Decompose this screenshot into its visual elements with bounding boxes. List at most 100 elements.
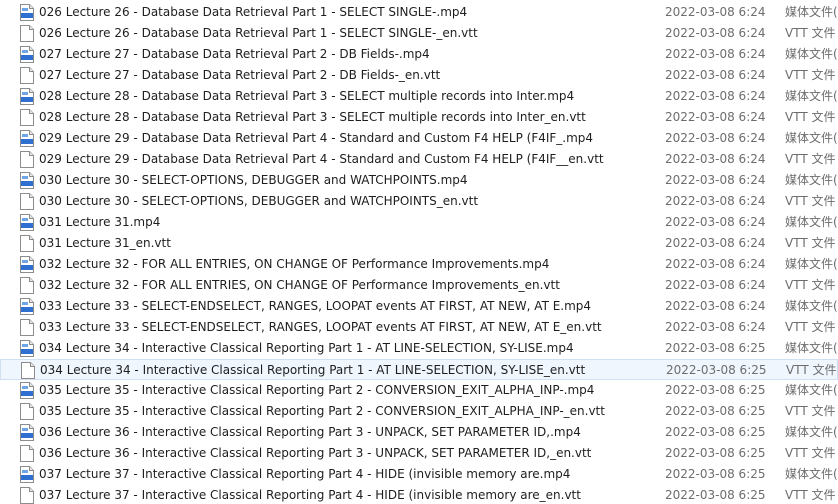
document-file-icon xyxy=(20,277,34,294)
file-type: 媒体文件(.mp4) xyxy=(785,47,838,61)
file-type: 媒体文件(.mp4) xyxy=(785,215,838,229)
file-date-modified: 2022-03-08 6:25 xyxy=(665,446,766,460)
file-row[interactable]: 027 Lecture 27 - Database Data Retrieval… xyxy=(0,65,838,86)
file-type: VTT 文件 xyxy=(785,320,836,334)
file-type: 媒体文件(.mp4) xyxy=(785,257,838,271)
file-type: VTT 文件 xyxy=(786,363,837,377)
file-date-modified: 2022-03-08 6:25 xyxy=(665,404,766,418)
file-list: 026 Lecture 26 - Database Data Retrieval… xyxy=(0,0,838,504)
video-file-icon xyxy=(20,466,34,483)
file-row[interactable]: 032 Lecture 32 - FOR ALL ENTRIES, ON CHA… xyxy=(0,254,838,275)
file-date-modified: 2022-03-08 6:24 xyxy=(665,320,766,334)
video-file-icon xyxy=(20,172,34,189)
file-date-modified: 2022-03-08 6:24 xyxy=(665,131,766,145)
file-row[interactable]: 028 Lecture 28 - Database Data Retrieval… xyxy=(0,86,838,107)
file-name: 032 Lecture 32 - FOR ALL ENTRIES, ON CHA… xyxy=(39,257,550,271)
file-row[interactable]: 033 Lecture 33 - SELECT-ENDSELECT, RANGE… xyxy=(0,317,838,338)
file-row[interactable]: 026 Lecture 26 - Database Data Retrieval… xyxy=(0,23,838,44)
file-row[interactable]: 036 Lecture 36 - Interactive Classical R… xyxy=(0,443,838,464)
file-type: 媒体文件(.mp4) xyxy=(785,299,838,313)
file-date-modified: 2022-03-08 6:24 xyxy=(665,257,766,271)
file-row[interactable]: 030 Lecture 30 - SELECT-OPTIONS, DEBUGGE… xyxy=(0,170,838,191)
file-type: VTT 文件 xyxy=(785,68,836,82)
file-name: 033 Lecture 33 - SELECT-ENDSELECT, RANGE… xyxy=(39,299,592,313)
video-file-icon xyxy=(20,46,34,63)
file-row[interactable]: 031 Lecture 31_en.vtt 2022-03-08 6:24 VT… xyxy=(0,233,838,254)
file-name: 029 Lecture 29 - Database Data Retrieval… xyxy=(39,131,594,145)
document-file-icon xyxy=(20,487,34,504)
file-name: 029 Lecture 29 - Database Data Retrieval… xyxy=(39,152,604,166)
file-date-modified: 2022-03-08 6:25 xyxy=(665,383,766,397)
file-date-modified: 2022-03-08 6:25 xyxy=(665,341,766,355)
file-name: 031 Lecture 31_en.vtt xyxy=(39,236,171,250)
file-row[interactable]: 034 Lecture 34 - Interactive Classical R… xyxy=(0,359,838,380)
file-date-modified: 2022-03-08 6:25 xyxy=(665,467,766,481)
file-name: 037 Lecture 37 - Interactive Classical R… xyxy=(39,488,581,502)
file-type: 媒体文件(.mp4) xyxy=(785,341,838,355)
file-row[interactable]: 035 Lecture 35 - Interactive Classical R… xyxy=(0,401,838,422)
file-row[interactable]: 030 Lecture 30 - SELECT-OPTIONS, DEBUGGE… xyxy=(0,191,838,212)
file-name: 026 Lecture 26 - Database Data Retrieval… xyxy=(39,26,478,40)
file-row[interactable]: 029 Lecture 29 - Database Data Retrieval… xyxy=(0,128,838,149)
file-name: 027 Lecture 27 - Database Data Retrieval… xyxy=(39,68,441,82)
document-file-icon xyxy=(20,193,34,210)
file-name: 028 Lecture 28 - Database Data Retrieval… xyxy=(39,89,575,103)
file-date-modified: 2022-03-08 6:24 xyxy=(665,110,766,124)
file-date-modified: 2022-03-08 6:25 xyxy=(665,488,766,502)
file-type: VTT 文件 xyxy=(785,446,836,460)
video-file-icon xyxy=(20,4,34,21)
file-type: 媒体文件(.mp4) xyxy=(785,131,838,145)
file-date-modified: 2022-03-08 6:25 xyxy=(666,363,767,377)
file-type: 媒体文件(.mp4) xyxy=(785,173,838,187)
file-type: 媒体文件(.mp4) xyxy=(785,89,838,103)
document-file-icon xyxy=(20,151,34,168)
file-type: VTT 文件 xyxy=(785,194,836,208)
file-date-modified: 2022-03-08 6:24 xyxy=(665,5,766,19)
file-name: 037 Lecture 37 - Interactive Classical R… xyxy=(39,467,571,481)
file-row[interactable]: 029 Lecture 29 - Database Data Retrieval… xyxy=(0,149,838,170)
file-date-modified: 2022-03-08 6:24 xyxy=(665,299,766,313)
document-file-icon xyxy=(20,25,34,42)
file-name: 034 Lecture 34 - Interactive Classical R… xyxy=(39,341,574,355)
file-type: VTT 文件 xyxy=(785,404,836,418)
document-file-icon xyxy=(21,362,35,379)
file-date-modified: 2022-03-08 6:24 xyxy=(665,215,766,229)
video-file-icon xyxy=(20,88,34,105)
file-date-modified: 2022-03-08 6:24 xyxy=(665,278,766,292)
file-row[interactable]: 036 Lecture 36 - Interactive Classical R… xyxy=(0,422,838,443)
video-file-icon xyxy=(20,130,34,147)
file-type: 媒体文件(.mp4) xyxy=(785,5,838,19)
file-type: VTT 文件 xyxy=(785,152,836,166)
file-row[interactable]: 037 Lecture 37 - Interactive Classical R… xyxy=(0,485,838,504)
file-row[interactable]: 032 Lecture 32 - FOR ALL ENTRIES, ON CHA… xyxy=(0,275,838,296)
file-row[interactable]: 034 Lecture 34 - Interactive Classical R… xyxy=(0,338,838,359)
file-date-modified: 2022-03-08 6:24 xyxy=(665,47,766,61)
video-file-icon xyxy=(20,340,34,357)
file-type: 媒体文件(.mp4) xyxy=(785,383,838,397)
file-row[interactable]: 031 Lecture 31.mp4 2022-03-08 6:24 媒体文件(… xyxy=(0,212,838,233)
file-name: 030 Lecture 30 - SELECT-OPTIONS, DEBUGGE… xyxy=(39,194,479,208)
document-file-icon xyxy=(20,445,34,462)
file-row[interactable]: 035 Lecture 35 - Interactive Classical R… xyxy=(0,380,838,401)
file-date-modified: 2022-03-08 6:24 xyxy=(665,68,766,82)
document-file-icon xyxy=(20,403,34,420)
file-type: VTT 文件 xyxy=(785,26,836,40)
file-name: 035 Lecture 35 - Interactive Classical R… xyxy=(39,383,595,397)
file-row[interactable]: 027 Lecture 27 - Database Data Retrieval… xyxy=(0,44,838,65)
file-name: 032 Lecture 32 - FOR ALL ENTRIES, ON CHA… xyxy=(39,278,560,292)
video-file-icon xyxy=(20,298,34,315)
file-name: 028 Lecture 28 - Database Data Retrieval… xyxy=(39,110,586,124)
file-row[interactable]: 037 Lecture 37 - Interactive Classical R… xyxy=(0,464,838,485)
file-type: VTT 文件 xyxy=(785,110,836,124)
file-date-modified: 2022-03-08 6:24 xyxy=(665,26,766,40)
video-file-icon xyxy=(20,424,34,441)
file-date-modified: 2022-03-08 6:24 xyxy=(665,236,766,250)
file-row[interactable]: 033 Lecture 33 - SELECT-ENDSELECT, RANGE… xyxy=(0,296,838,317)
file-row[interactable]: 026 Lecture 26 - Database Data Retrieval… xyxy=(0,2,838,23)
file-name: 027 Lecture 27 - Database Data Retrieval… xyxy=(39,47,430,61)
file-name: 036 Lecture 36 - Interactive Classical R… xyxy=(39,425,581,439)
video-file-icon xyxy=(20,256,34,273)
file-type: VTT 文件 xyxy=(785,278,836,292)
file-row[interactable]: 028 Lecture 28 - Database Data Retrieval… xyxy=(0,107,838,128)
document-file-icon xyxy=(20,109,34,126)
